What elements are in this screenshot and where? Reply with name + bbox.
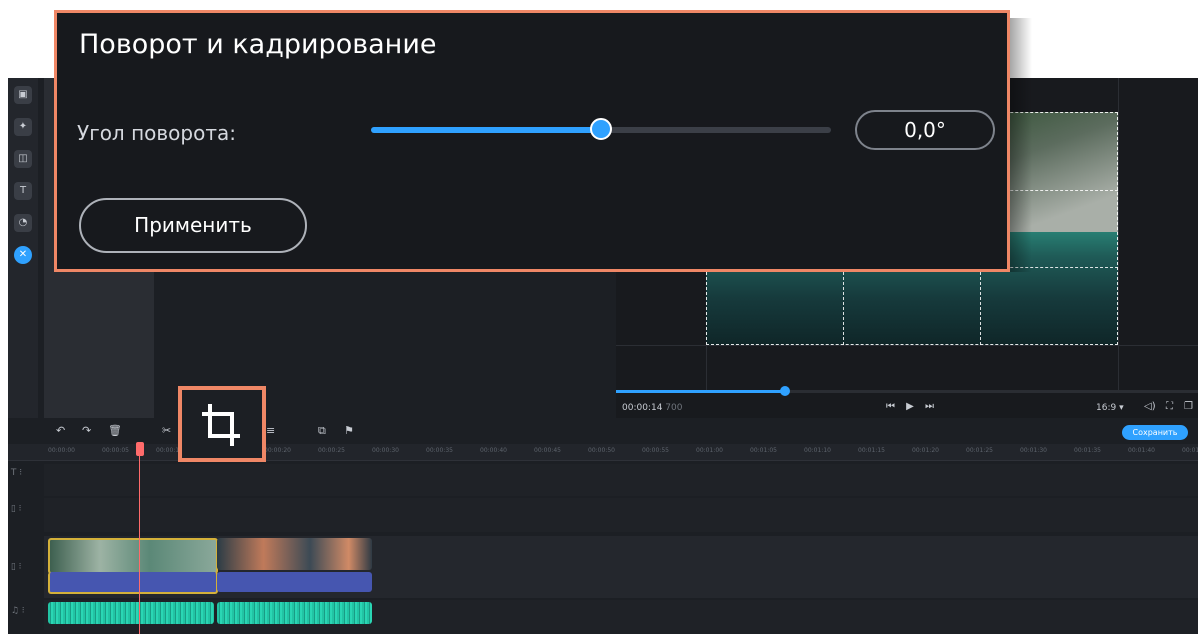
timecode-ms: 700 — [665, 403, 683, 413]
fullscreen-icon[interactable]: ⛶ — [1166, 401, 1173, 412]
ruler-tick: 00:01:45 — [1182, 447, 1198, 454]
timecode-main: 00:00:14 — [622, 403, 663, 413]
ruler-tick: 00:00:40 — [480, 447, 507, 454]
ruler-tick: 00:00:55 — [642, 447, 669, 454]
ruler-tick: 00:00:25 — [318, 447, 345, 454]
rotation-slider-handle[interactable] — [590, 118, 612, 140]
preview-guide — [1118, 78, 1119, 390]
ruler-tick: 00:01:30 — [1020, 447, 1047, 454]
ruler-tick: 00:01:00 — [696, 447, 723, 454]
ruler-tick: 00:00:30 — [372, 447, 399, 454]
overlay-track-controls[interactable]: ▯ ⁝ — [8, 504, 44, 524]
ruler-tick: 00:01:25 — [966, 447, 993, 454]
properties-icon[interactable]: ≡ — [266, 424, 275, 437]
redo-icon[interactable]: ↷ — [82, 424, 91, 437]
preview-guide — [616, 345, 1198, 346]
ruler-tick: 00:00:50 — [588, 447, 615, 454]
audio-track-controls[interactable]: ♫ ⁝ — [8, 606, 44, 626]
playback-controls[interactable]: ⏮ ▶ ⏭ — [886, 401, 938, 412]
video-clip[interactable] — [217, 538, 372, 570]
panel-shadow — [1010, 18, 1032, 272]
ruler-tick: 00:01:05 — [750, 447, 777, 454]
stickers-icon[interactable]: ◔ — [14, 214, 32, 232]
video-clip-selected[interactable] — [48, 538, 218, 574]
ruler-tick: 00:01:15 — [858, 447, 885, 454]
video-clip-audio[interactable] — [217, 572, 372, 592]
rotate-crop-panel: Поворот и кадрирование Угол поворота: 0,… — [54, 10, 1010, 272]
rotation-angle-label: Угол поворота: — [77, 121, 236, 145]
cut-icon[interactable]: ✂ — [162, 424, 171, 437]
rotation-slider-fill — [371, 127, 601, 133]
ruler-tick: 00:01:35 — [1074, 447, 1101, 454]
import-icon[interactable]: ▣ — [14, 86, 32, 104]
timecode: 00:00:14 700 — [622, 403, 682, 413]
filters-icon[interactable]: ✦ — [14, 118, 32, 136]
ruler-tick: 00:00:45 — [534, 447, 561, 454]
undo-icon[interactable]: ↶ — [56, 424, 65, 437]
video-track-controls[interactable]: ▯ ⁝ — [8, 562, 44, 582]
export-button[interactable]: Сохранить — [1122, 425, 1188, 440]
ruler-tick: 00:00:35 — [426, 447, 453, 454]
text-track-controls[interactable]: T ⁝ — [8, 468, 44, 488]
crop-icon — [202, 404, 240, 446]
overlay-icon[interactable]: ⧉ — [318, 424, 326, 438]
text-track[interactable] — [44, 464, 1198, 496]
tools-sidebar: ▣ ✦ ◫ T ◔ ✕ — [8, 78, 38, 418]
more-tools-icon[interactable]: ✕ — [14, 246, 32, 264]
playhead-line — [139, 456, 140, 634]
marker-icon[interactable]: ⚑ — [344, 424, 354, 437]
ruler-tick: 00:01:20 — [912, 447, 939, 454]
crop-button[interactable] — [178, 386, 266, 462]
ruler-tick: 00:01:10 — [804, 447, 831, 454]
ruler-tick: 00:00:20 — [264, 447, 291, 454]
audio-clip[interactable] — [217, 602, 372, 624]
titles-icon[interactable]: T — [14, 182, 32, 200]
delete-icon[interactable]: 🗑 — [108, 424, 122, 437]
transitions-icon[interactable]: ◫ — [14, 150, 32, 168]
panel-title: Поворот и кадрирование — [79, 29, 437, 60]
detach-preview-icon[interactable]: ❐ — [1184, 401, 1193, 412]
aspect-ratio-select[interactable]: 16:9 ▾ — [1096, 403, 1124, 413]
overlay-track[interactable] — [44, 498, 1198, 532]
playback-progress-fill — [616, 390, 785, 393]
ruler-tick: 00:01:40 — [1128, 447, 1155, 454]
ruler-tick: 00:00:05 — [102, 447, 129, 454]
video-clip-audio[interactable] — [48, 572, 218, 594]
rotation-angle-input[interactable]: 0,0° — [855, 110, 995, 150]
ruler-tick: 00:00:00 — [48, 447, 75, 454]
apply-button[interactable]: Применить — [79, 198, 307, 253]
playhead-handle[interactable] — [136, 442, 144, 456]
volume-icon[interactable]: ◁) — [1144, 401, 1156, 412]
playback-progress-handle[interactable] — [779, 386, 790, 396]
audio-clip[interactable] — [48, 602, 214, 624]
